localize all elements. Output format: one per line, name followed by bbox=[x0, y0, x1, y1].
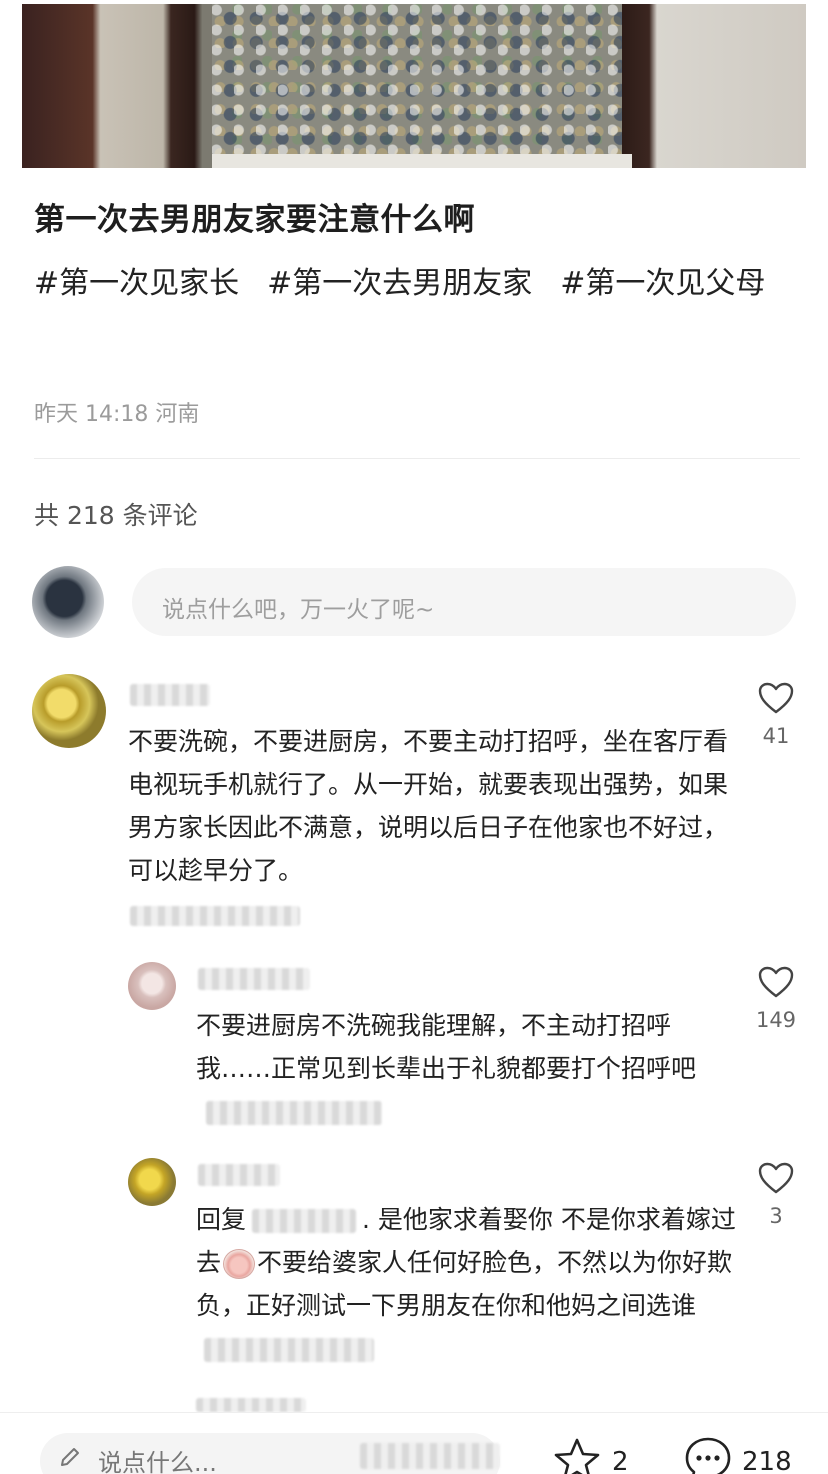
heart-icon bbox=[758, 1162, 794, 1194]
crying-face-emoji-icon bbox=[223, 1249, 256, 1279]
like-button[interactable]: 149 bbox=[746, 966, 806, 1032]
current-user-avatar bbox=[32, 566, 104, 638]
like-button[interactable]: 41 bbox=[746, 682, 806, 748]
blurred-comment-meta bbox=[206, 1101, 382, 1125]
comment-count-label: 共 218 条评论 bbox=[34, 501, 198, 530]
post-tags: #第一次见家长 #第一次去男朋友家 #第一次见父母 bbox=[34, 258, 794, 310]
blurred-username bbox=[198, 1164, 280, 1186]
comment-bubble-icon[interactable] bbox=[682, 1435, 734, 1474]
bottom-input-label[interactable]: 说点什么... bbox=[98, 1443, 217, 1474]
tag-link[interactable]: #第一次去男朋友家 bbox=[267, 266, 532, 301]
commenter-avatar[interactable] bbox=[128, 1158, 176, 1206]
like-count: 3 bbox=[769, 1204, 783, 1228]
blurred-username bbox=[198, 968, 310, 990]
comment-input[interactable]: 说点什么吧，万一火了呢~ bbox=[132, 568, 796, 636]
comment-text: 不要洗碗，不要进厨房，不要主动打招呼，坐在客厅看电视玩手机就行了。从一开始，就要… bbox=[128, 727, 729, 885]
comment-text: 不要进厨房不洗碗我能理解，不主动打招呼我……正常见到长辈出于礼貌都要打个招呼吧 bbox=[196, 1004, 736, 1133]
cover-image-shelf bbox=[212, 154, 632, 168]
like-button[interactable]: 3 bbox=[746, 1162, 806, 1228]
reply-prefix: 回复 bbox=[196, 1205, 247, 1234]
comment-body: 不要给婆家人任何好脸色，不然以为你好欺负，正好测试一下男朋友在你和他妈之间选谁 bbox=[196, 1248, 733, 1320]
star-icon[interactable] bbox=[552, 1437, 602, 1474]
commenter-avatar[interactable] bbox=[128, 962, 176, 1010]
heart-icon bbox=[758, 682, 794, 714]
tag-link[interactable]: #第一次见家长 bbox=[34, 266, 239, 301]
comment-text: 回复. 是他家求着娶你 不是你求着嫁过去 不要给婆家人任何好脸色，不然以为你好欺负… bbox=[196, 1198, 736, 1370]
blurred-comment-meta bbox=[130, 906, 300, 926]
comment-body: 不要进厨房不洗碗我能理解，不主动打招呼我……正常见到长辈出于礼貌都要打个招呼吧 bbox=[196, 1011, 697, 1083]
heart-icon bbox=[758, 966, 794, 998]
star-count: 2 bbox=[612, 1447, 629, 1474]
blurred-reply-target bbox=[252, 1209, 357, 1233]
post-title: 第一次去男朋友家要注意什么啊 bbox=[34, 202, 475, 238]
bottom-action-bar: 说点什么... 2 218 bbox=[0, 1412, 828, 1474]
cover-image-content bbox=[212, 4, 622, 162]
post-cover-image[interactable] bbox=[22, 4, 806, 168]
post-meta: 昨天 14:18 河南 bbox=[34, 402, 200, 427]
like-count: 41 bbox=[762, 724, 790, 748]
pencil-icon bbox=[61, 1448, 79, 1466]
blurred-expand-replies bbox=[196, 1398, 306, 1412]
commenter-avatar[interactable] bbox=[32, 674, 106, 748]
blurred-bottom-info bbox=[360, 1443, 500, 1469]
tag-link[interactable]: #第一次见父母 bbox=[560, 266, 765, 301]
divider bbox=[34, 458, 800, 459]
blurred-username bbox=[130, 684, 210, 706]
comment-count: 218 bbox=[742, 1447, 792, 1474]
like-count: 149 bbox=[755, 1008, 797, 1032]
blurred-comment-meta bbox=[204, 1338, 374, 1362]
